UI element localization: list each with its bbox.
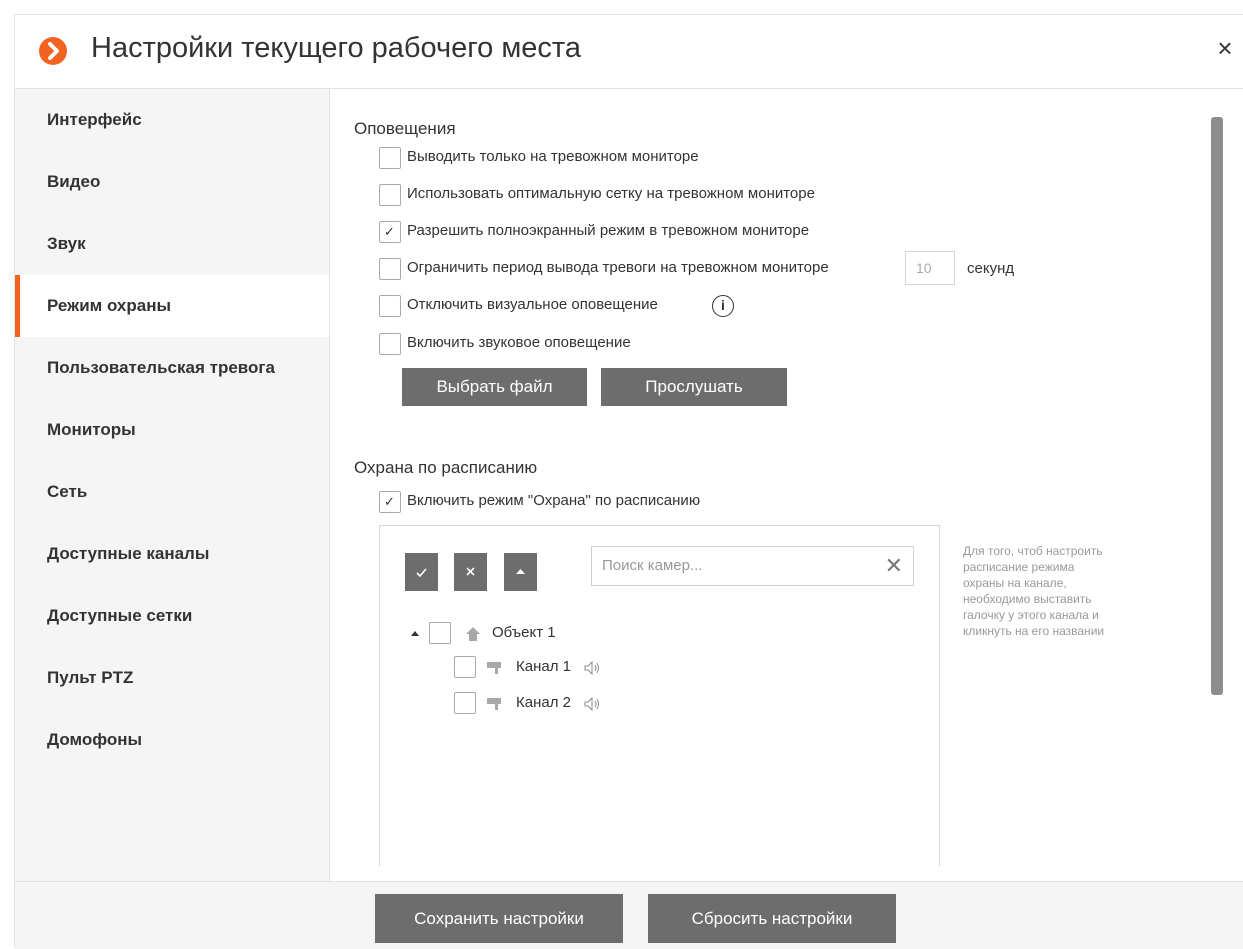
sidebar-item-available-grids[interactable]: Доступные сетки: [15, 585, 329, 647]
sidebar-item-monitors[interactable]: Мониторы: [15, 399, 329, 461]
search-placeholder: Поиск камер...: [602, 557, 703, 574]
sidebar-item-sound[interactable]: Звук: [15, 213, 329, 275]
schedule-hint-text: Для того, чтоб настроить расписание режи…: [963, 543, 1153, 639]
hint-line: необходимо выставить: [963, 592, 1092, 606]
check-icon: [416, 568, 427, 578]
option-label: Выводить только на тревожном мониторе: [407, 148, 699, 165]
dialog-title: Настройки текущего рабочего места: [91, 32, 582, 64]
info-icon[interactable]: i: [712, 295, 734, 317]
schedule-section-title: Охрана по расписанию: [354, 458, 538, 477]
reset-settings-button[interactable]: Сбросить настройки: [648, 894, 896, 943]
period-seconds-input[interactable]: 10: [905, 251, 955, 285]
settings-dialog: Настройки текущего рабочего места × Инте…: [14, 14, 1243, 949]
tree-label[interactable]: Канал 1: [516, 658, 571, 675]
clear-icon[interactable]: ✕: [885, 553, 903, 579]
camera-tree-panel: Поиск камер... ✕ Объект 1 Канал 1 Канал …: [379, 525, 940, 866]
dialog-footer: Сохранить настройки Сбросить настройки: [15, 881, 1243, 949]
speaker-icon[interactable]: [584, 661, 604, 675]
hint-line: галочку у этого канала и: [963, 608, 1099, 622]
tree-checkbox[interactable]: [454, 692, 476, 714]
hint-line: охраны на канале,: [963, 576, 1067, 590]
sidebar-item-user-alarm[interactable]: Пользовательская тревога: [15, 337, 329, 399]
option-label: Разрешить полноэкранный режим в тревожно…: [407, 222, 810, 239]
sidebar-item-interface[interactable]: Интерфейс: [15, 89, 329, 151]
hint-line: кликнуть на его названии: [963, 624, 1105, 638]
option-label: Ограничить период вывода тревоги на трев…: [407, 259, 829, 276]
macroscop-logo-icon: [39, 37, 67, 65]
sidebar-item-security-mode[interactable]: Режим охраны: [15, 275, 329, 337]
camera-search-input[interactable]: Поиск камер... ✕: [591, 546, 914, 586]
checkbox[interactable]: [379, 147, 401, 169]
sidebar-item-ptz-console[interactable]: Пульт PTZ: [15, 647, 329, 709]
sidebar-item-network[interactable]: Сеть: [15, 461, 329, 523]
cross-icon: [466, 567, 475, 576]
check-icon: ✓: [384, 224, 395, 239]
sidebar-item-intercoms[interactable]: Домофоны: [15, 709, 329, 771]
option-label: Включить звуковое оповещение: [407, 334, 631, 351]
triangle-up-icon[interactable]: [410, 628, 420, 638]
hint-line: расписание режима: [963, 560, 1075, 574]
close-icon[interactable]: ×: [1212, 35, 1238, 61]
camera-icon: [487, 698, 501, 710]
tree-checkbox[interactable]: [454, 656, 476, 678]
sidebar-item-video[interactable]: Видео: [15, 151, 329, 213]
triangle-up-icon: [516, 569, 525, 574]
period-unit-label: секунд: [967, 260, 1015, 277]
option-label: Отключить визуальное оповещение: [407, 296, 658, 313]
checkbox[interactable]: [379, 184, 401, 206]
checkbox[interactable]: [379, 258, 401, 280]
tree-checkbox[interactable]: [429, 622, 451, 644]
checkbox[interactable]: [379, 333, 401, 355]
home-icon: [466, 627, 480, 641]
option-label: Включить режим "Охрана" по расписанию: [407, 492, 701, 509]
checkbox[interactable]: [379, 295, 401, 317]
uncheck-all-button[interactable]: [454, 553, 487, 591]
tree-label[interactable]: Объект 1: [492, 624, 556, 641]
alerts-section-title: Оповещения: [354, 119, 456, 138]
content-scrollbar[interactable]: [1211, 117, 1223, 695]
check-all-button[interactable]: [405, 553, 438, 591]
hint-line: Для того, чтоб настроить: [963, 544, 1103, 558]
checkbox[interactable]: ✓: [379, 221, 401, 243]
camera-icon: [487, 662, 501, 674]
sidebar-item-available-channels[interactable]: Доступные каналы: [15, 523, 329, 585]
settings-sidebar: Интерфейс Видео Звук Режим охраны Пользо…: [15, 89, 330, 881]
choose-file-button[interactable]: Выбрать файл: [402, 368, 587, 406]
collapse-button[interactable]: [504, 553, 537, 591]
dialog-header: Настройки текущего рабочего места ×: [15, 15, 1243, 89]
listen-button[interactable]: Прослушать: [601, 368, 787, 406]
option-label: Использовать оптимальную сетку на тревож…: [407, 185, 815, 202]
save-settings-button[interactable]: Сохранить настройки: [375, 894, 623, 943]
checkbox[interactable]: ✓: [379, 491, 401, 513]
check-icon: ✓: [384, 494, 395, 509]
speaker-icon[interactable]: [584, 697, 604, 711]
tree-label[interactable]: Канал 2: [516, 694, 571, 711]
